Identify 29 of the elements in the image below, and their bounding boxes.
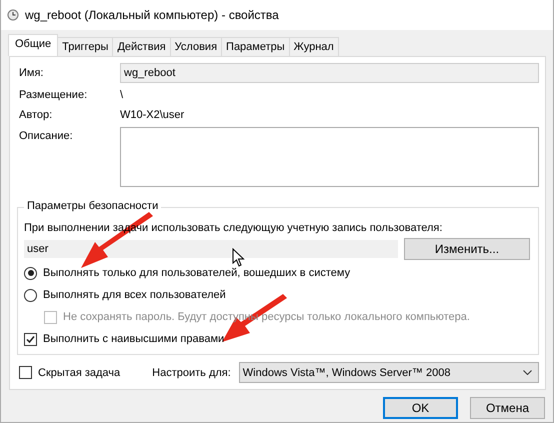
group-title: Параметры безопасности (24, 200, 162, 212)
option-label: Выполнять для всех пользователей (43, 289, 226, 301)
configure-dropdown[interactable]: Windows Vista™, Windows Server™ 2008 (238, 362, 539, 383)
option-label: Выполнить с наивысшими правами (43, 333, 224, 345)
tab[interactable]: Журнал (288, 37, 339, 56)
chevron-down-icon (523, 370, 532, 375)
checkbox[interactable] (19, 366, 32, 379)
checkbox[interactable] (24, 332, 37, 346)
name-field[interactable]: wg_reboot (120, 63, 539, 83)
dialog-button[interactable]: Отмена (470, 397, 545, 419)
field-label: Описание: (19, 130, 74, 142)
field-label: Размещение: (19, 89, 88, 101)
description-field[interactable] (120, 127, 539, 187)
window-title: wg_reboot (Локальный компьютер) - свойства (25, 8, 279, 22)
tab[interactable]: Общие (8, 34, 58, 56)
account-field[interactable]: user (24, 240, 398, 258)
option-label: Выполнять только для пользователей, вошедших в систему (43, 267, 350, 279)
location-value: \ (120, 88, 124, 103)
dialog-button[interactable]: OK (383, 397, 458, 419)
field-label: Автор: (19, 109, 54, 121)
field-label: Настроить для: (152, 366, 231, 378)
radio-button[interactable] (24, 288, 37, 302)
field-label: Имя: (19, 67, 44, 79)
radio-button[interactable] (24, 266, 37, 280)
clock-icon (7, 9, 19, 21)
option-label: Скрытая задача (38, 366, 120, 378)
author-value: W10-X2\user (120, 108, 184, 123)
change-button[interactable]: Изменить... (404, 238, 530, 260)
cursor-icon (232, 248, 245, 267)
